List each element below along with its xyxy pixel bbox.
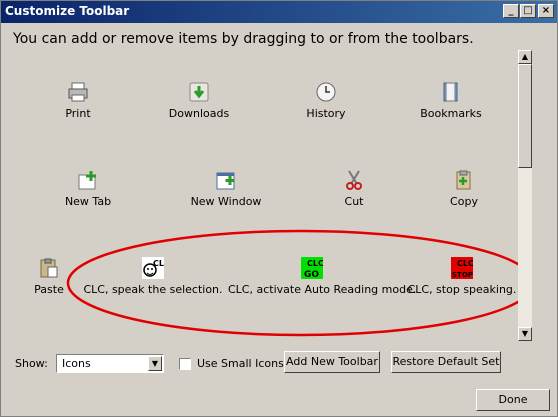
close-icon[interactable]: × [538,4,554,18]
small-icons-label[interactable]: Use Small Icons [197,357,284,370]
maximize-icon[interactable]: □ [520,4,536,18]
svg-text:CLC: CLC [457,259,473,268]
small-icons-checkbox[interactable] [179,358,191,370]
done-button[interactable]: Done [476,389,550,411]
palette-item-label: CLC, speak the selection. [83,283,223,296]
minimize-icon[interactable]: _ [503,4,519,18]
palette-item-label: CLC, activate Auto Reading mode. [228,283,417,296]
show-select-value: Icons [62,357,91,370]
copy-icon [456,170,471,190]
restore-default-set-button[interactable]: Restore Default Set [391,351,501,373]
palette-item-label: CLC, stop speaking. [407,283,517,296]
palette-item-label: New Tab [64,195,112,208]
show-select[interactable]: Icons ▼ [56,354,164,373]
new-window-icon [216,172,235,190]
scroll-up-icon[interactable]: ▲ [518,50,532,64]
chevron-down-icon[interactable]: ▼ [148,356,162,371]
window-title: Customize Toolbar [5,4,130,18]
scroll-down-icon[interactable]: ▼ [518,327,532,341]
customize-toolbar-window: Customize Toolbar _ □ × You can add or r… [0,0,558,417]
svg-text:CLC: CLC [307,259,323,268]
scroll-thumb[interactable] [518,64,532,168]
palette-item-label: Downloads [168,107,230,120]
palette-item-label: Bookmarks [420,107,482,120]
svg-text:CLC: CLC [153,259,164,268]
palette-item-label: Copy [450,195,478,208]
svg-text:GO: GO [304,270,319,279]
palette-item-label: Print [65,107,91,120]
palette-item-label: History [306,107,346,120]
svg-text:STOP: STOP [452,271,473,279]
palette-item-label: New Window [190,195,262,208]
controls-area: Show: Icons ▼ Use Small Icons Add New To… [1,341,557,416]
history-icon [316,82,336,102]
clc-stop-icon: CLC STOP [451,257,473,279]
show-label: Show: [15,357,48,370]
toolbar-items-palette: Print Downloads History Bookmarks New Ta… [4,47,518,341]
paste-icon [40,258,58,278]
palette-scrollbar[interactable]: ▲ ▼ [518,50,532,341]
new-tab-icon [78,171,96,190]
scissors-icon [346,170,362,190]
palette-item-label: Cut [344,195,364,208]
instructions-text: You can add or remove items by dragging … [13,31,474,47]
add-new-toolbar-button[interactable]: Add New Toolbar [284,351,380,373]
bookmarks-icon [443,82,458,102]
clc-speak-icon: CLC [142,257,164,279]
clc-go-icon: CLC GO [301,257,323,279]
downloads-icon [189,82,209,102]
title-bar: Customize Toolbar _ □ × [1,1,557,23]
printer-icon [68,82,88,102]
